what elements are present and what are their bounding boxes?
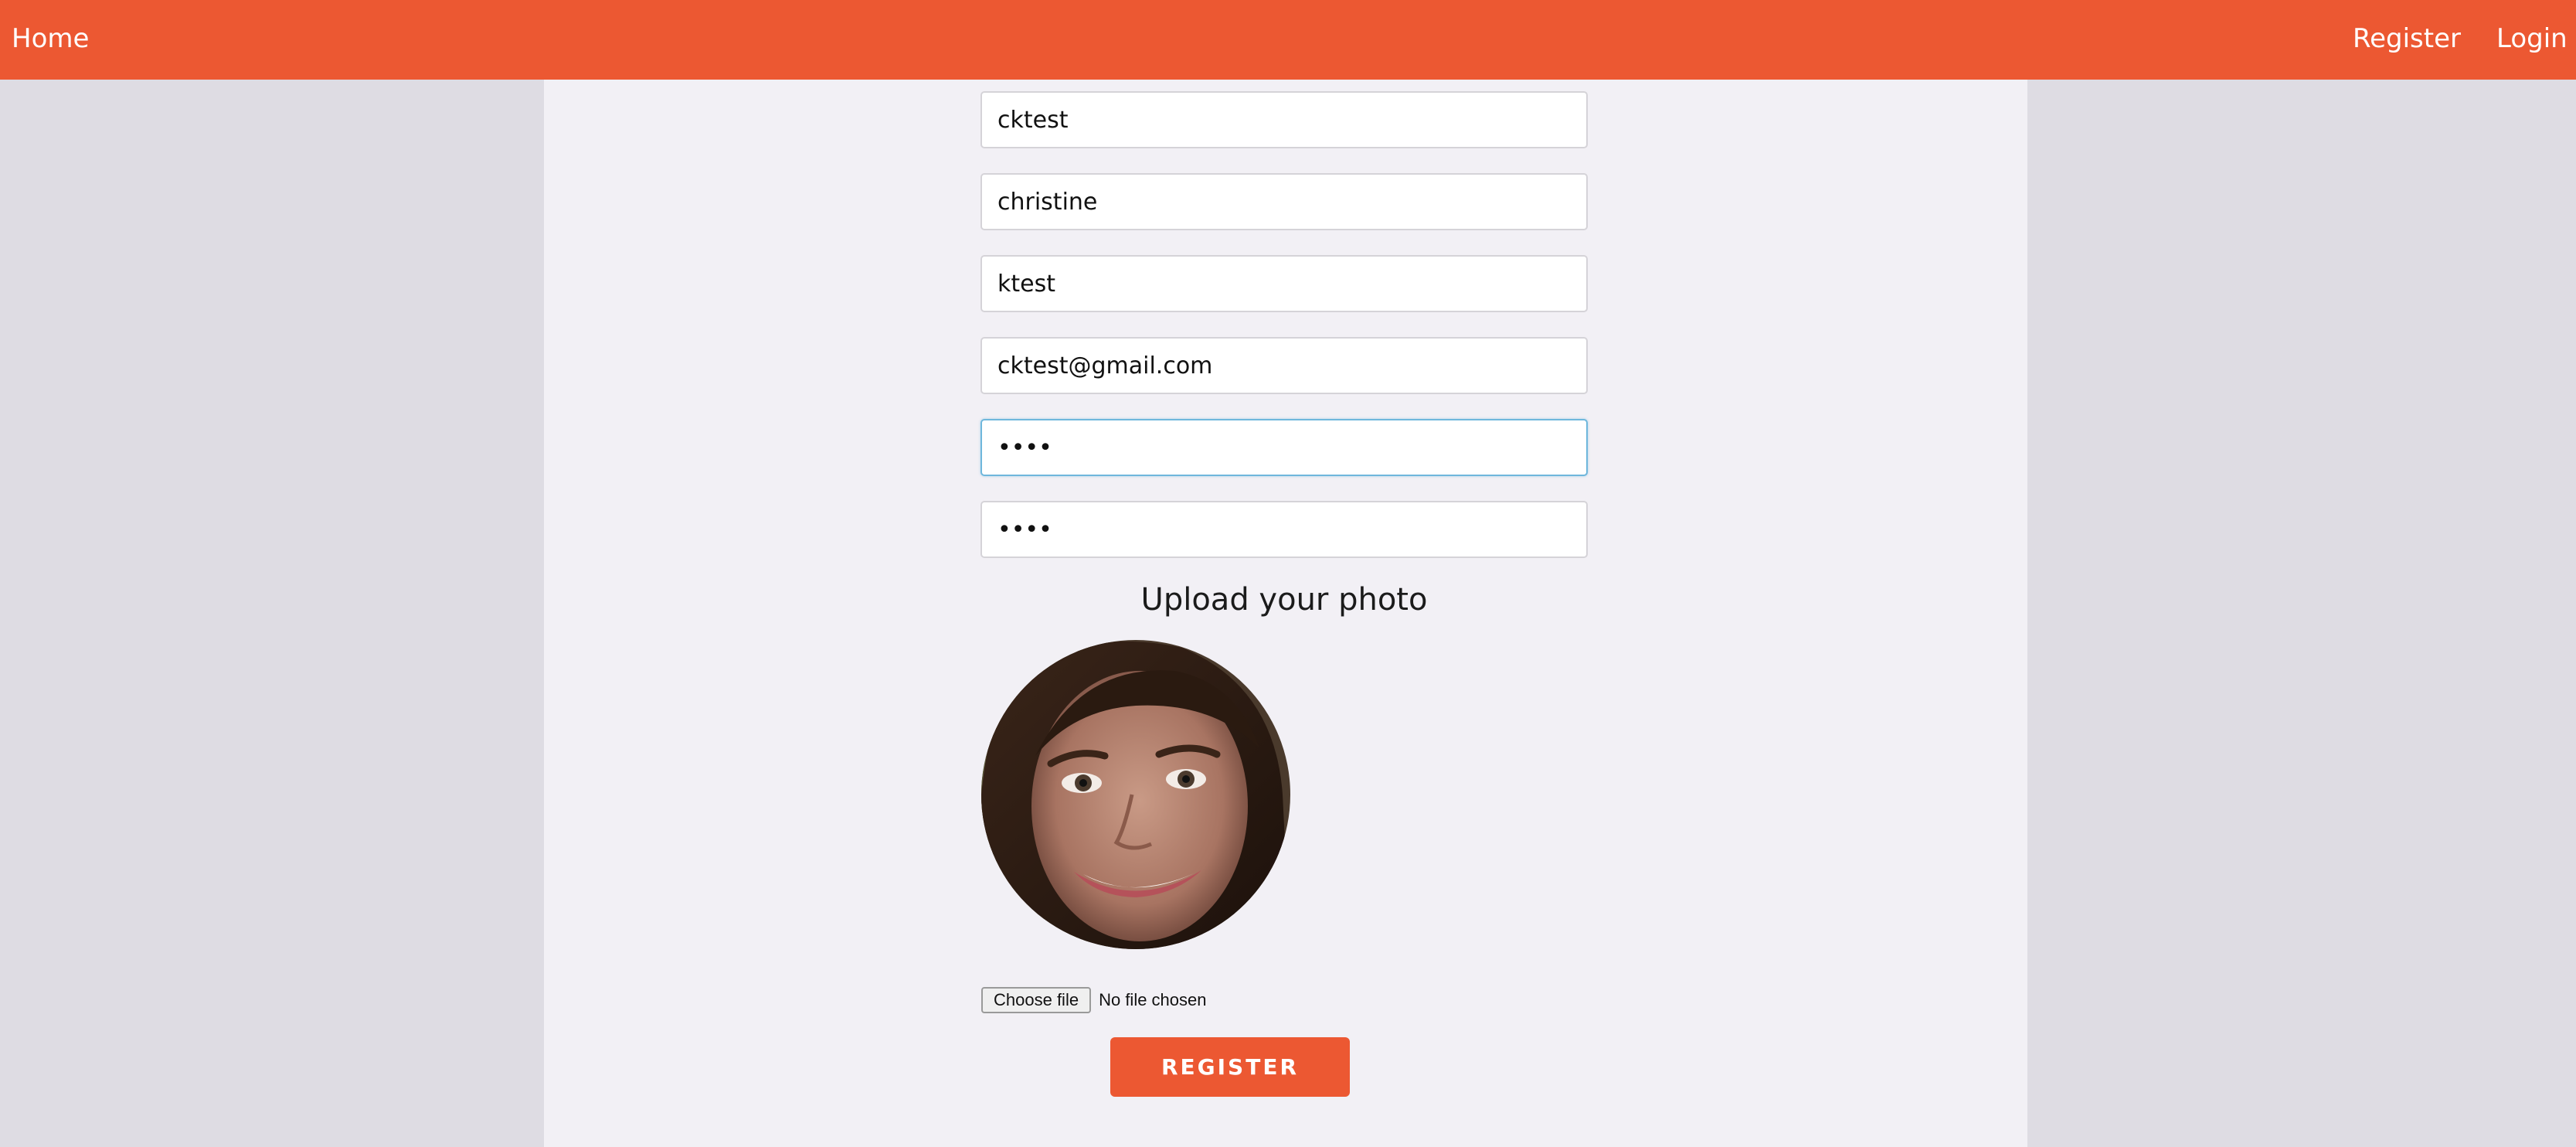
profile-photo-preview <box>981 640 1290 949</box>
confirm-password-field[interactable] <box>980 501 1588 558</box>
upload-photo-heading: Upload your photo <box>1140 582 1428 618</box>
nav-home-link[interactable]: Home <box>12 0 89 77</box>
email-field[interactable] <box>980 337 1588 394</box>
first-name-field[interactable] <box>980 173 1588 230</box>
password-field[interactable] <box>980 419 1588 476</box>
register-button[interactable]: REGISTER <box>1110 1037 1350 1097</box>
register-form-panel: Upload your photo <box>544 80 2027 1147</box>
nav-register-link[interactable]: Register <box>2353 0 2461 77</box>
face-photo-icon <box>981 640 1290 949</box>
file-upload-control: Choose file No file chosen <box>981 986 1207 1014</box>
file-status-text: No file chosen <box>1099 990 1207 1009</box>
choose-file-button[interactable]: Choose file <box>981 987 1092 1013</box>
username-field[interactable] <box>980 91 1588 148</box>
nav-login-link[interactable]: Login <box>2496 0 2568 77</box>
top-navbar: Home Register Login <box>0 0 2576 80</box>
last-name-field[interactable] <box>980 255 1588 312</box>
